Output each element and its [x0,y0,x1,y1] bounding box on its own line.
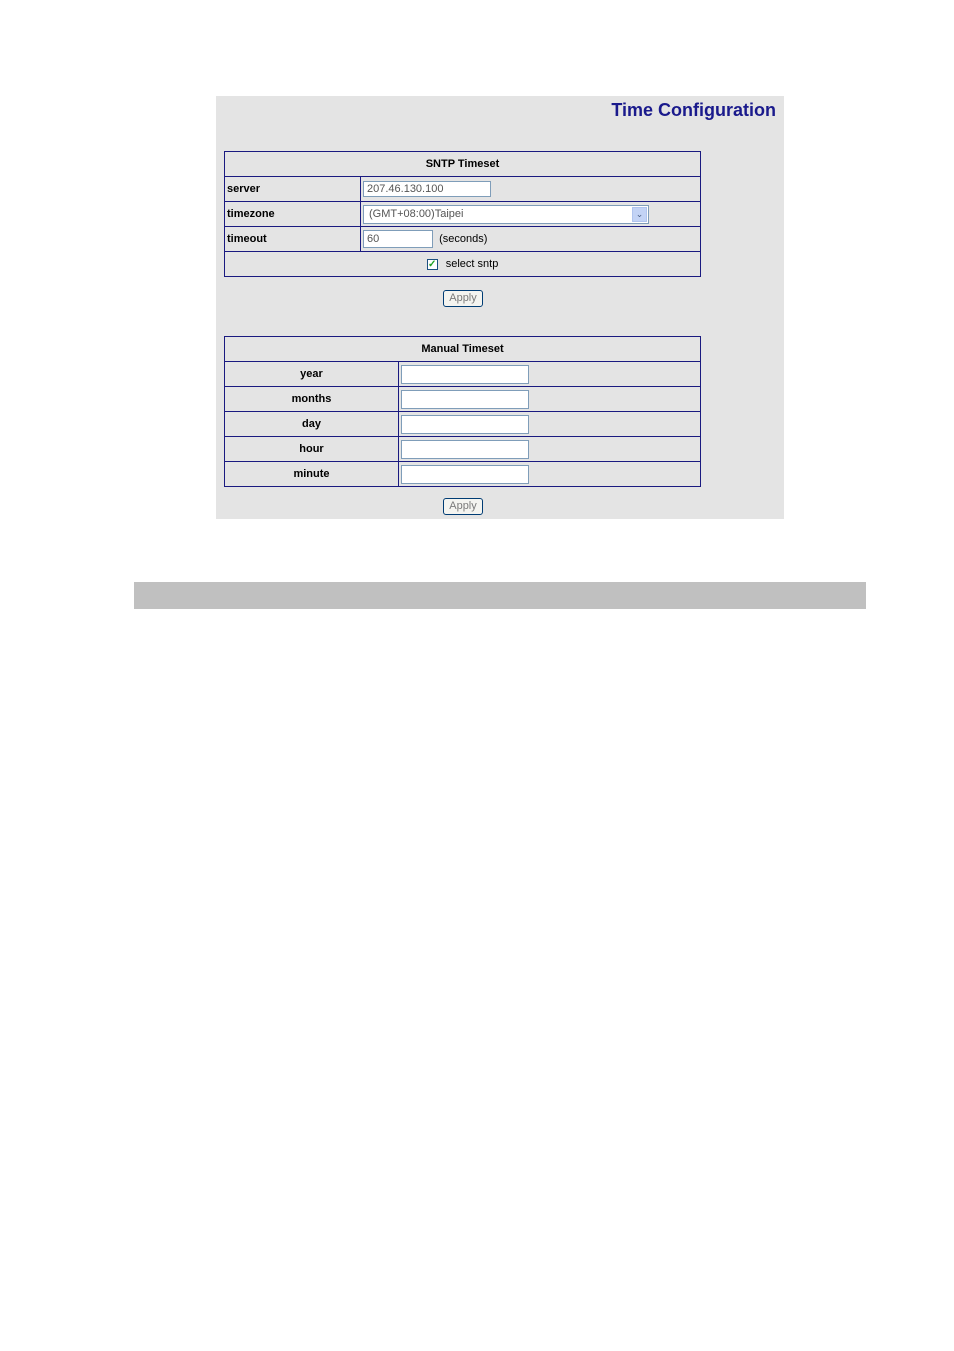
sntp-table-header: SNTP Timeset [224,151,701,177]
minute-row: minute [224,461,701,487]
year-row: year [224,361,701,387]
select-sntp-checkbox[interactable]: ✓ [426,258,438,270]
server-input[interactable] [363,181,491,197]
manual-table-header: Manual Timeset [224,336,701,362]
checkmark-icon: ✓ [427,258,437,270]
timezone-select[interactable]: (GMT+08:00)Taipei ⌄ [363,204,649,224]
time-configuration-panel: Time Configuration SNTP Timeset server t… [216,96,784,519]
months-label: months [224,386,399,412]
timeout-unit: (seconds) [439,233,488,245]
manual-apply-button[interactable]: Apply [443,498,483,515]
year-input[interactable] [401,364,529,384]
hour-input[interactable] [401,439,529,459]
timezone-selected-value: (GMT+08:00)Taipei [369,207,464,220]
timeout-row: timeout (seconds) [224,226,701,252]
page-title: Time Configuration [611,100,776,120]
timeout-label: timeout [224,226,361,252]
year-label: year [224,361,399,387]
minute-input[interactable] [401,464,529,484]
sntp-timeset-table: SNTP Timeset server timezone (GMT+08:00)… [224,151,701,277]
select-sntp-row: ✓ select sntp [224,251,701,277]
manual-timeset-table: Manual Timeset year months day hour minu… [224,336,701,487]
server-row: server [224,176,701,202]
chevron-down-icon[interactable]: ⌄ [632,206,647,222]
sntp-apply-button[interactable]: Apply [443,290,483,307]
day-input[interactable] [401,414,529,434]
hour-row: hour [224,436,701,462]
timezone-row: timezone (GMT+08:00)Taipei ⌄ [224,201,701,227]
timeout-input[interactable] [363,230,433,248]
hour-label: hour [224,436,399,462]
months-input[interactable] [401,389,529,409]
section-divider-bar [134,582,866,609]
minute-label: minute [224,461,399,487]
day-label: day [224,411,399,437]
day-row: day [224,411,701,437]
select-sntp-label: select sntp [445,258,499,271]
server-label: server [224,176,361,202]
timezone-label: timezone [224,201,361,227]
months-row: months [224,386,701,412]
